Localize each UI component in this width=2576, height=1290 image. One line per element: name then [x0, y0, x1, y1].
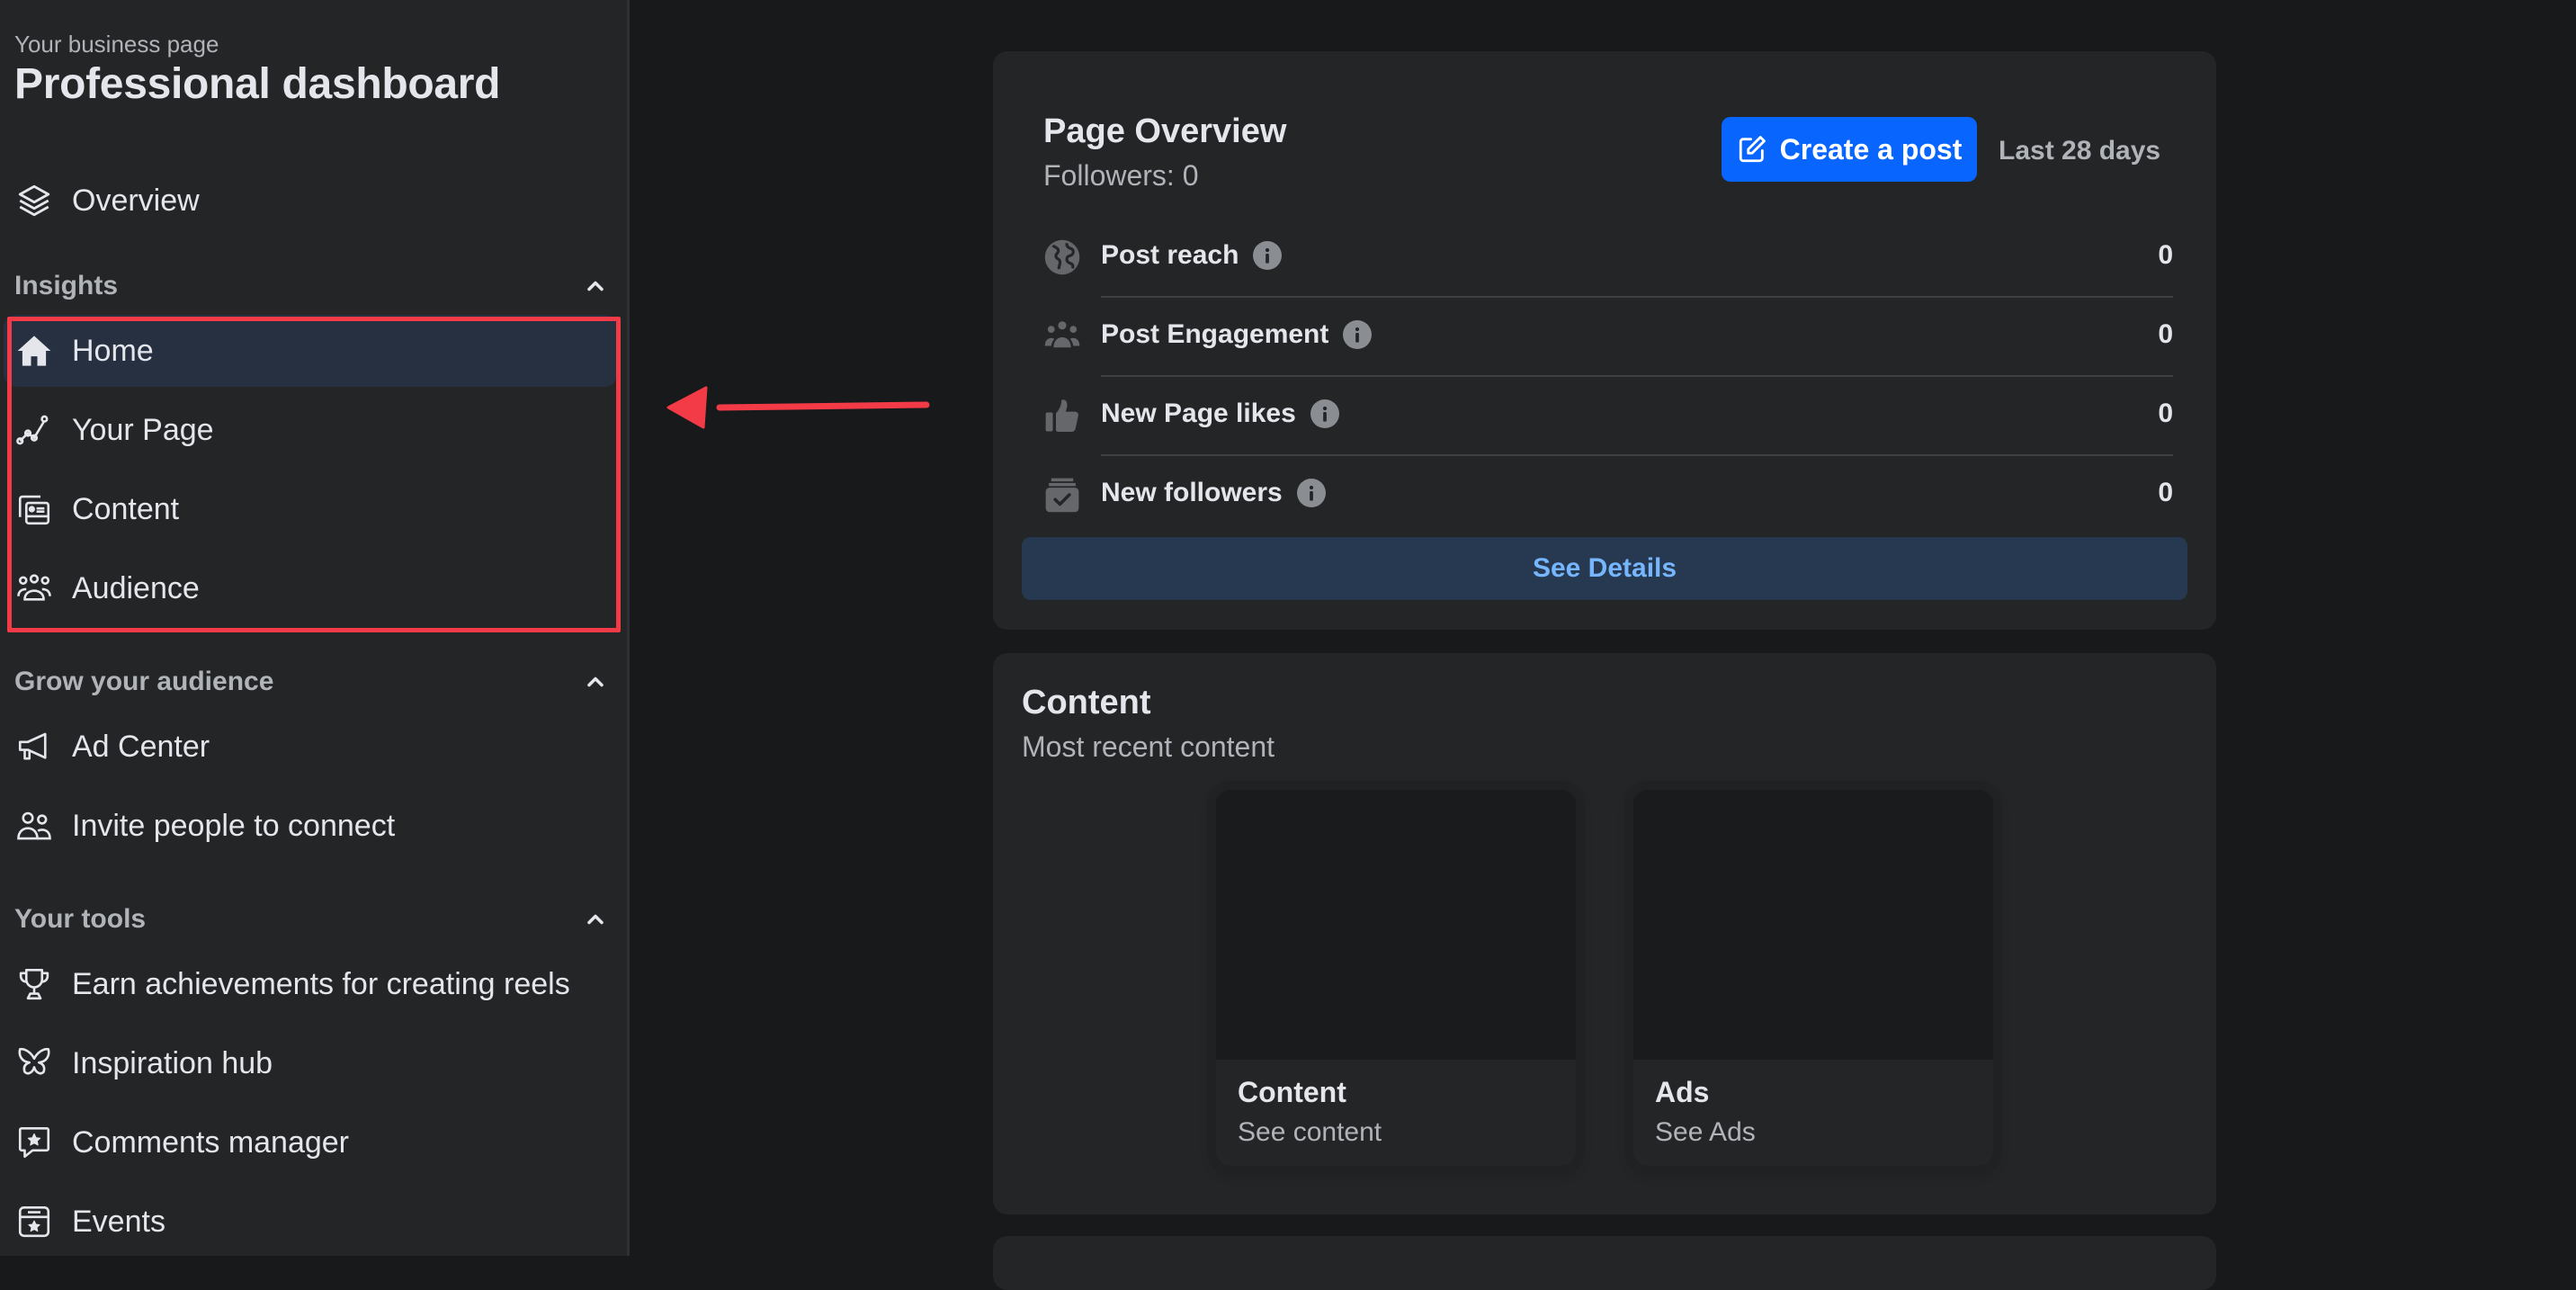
- chevron-up-icon: [587, 281, 604, 291]
- comment-star-icon: [14, 1123, 54, 1162]
- page-overview-card: Page Overview Followers: 0 Create a post…: [993, 51, 2216, 630]
- home-icon: [14, 331, 54, 371]
- metric-row-new-followers: New followers 0: [1043, 456, 2173, 535]
- sidebar-item-comments-manager[interactable]: Comments manager: [4, 1106, 617, 1178]
- engagement-people-icon: [1043, 318, 1081, 355]
- section-label: Grow your audience: [14, 667, 274, 696]
- followers-count: Followers: 0: [1043, 159, 1199, 192]
- follower-check-icon: [1043, 476, 1081, 514]
- sidebar-title: Professional dashboard: [14, 60, 501, 108]
- section-header-insights[interactable]: Insights: [14, 266, 608, 306]
- section-label: Insights: [14, 271, 119, 300]
- metric-label: Post reach: [1101, 240, 1239, 270]
- sidebar-item-label: Content: [72, 491, 180, 526]
- sidebar-item-label: Ad Center: [72, 729, 210, 764]
- metric-label: New Page likes: [1101, 399, 1296, 428]
- info-icon[interactable]: [1310, 399, 1339, 428]
- metric-label: New followers: [1101, 478, 1283, 507]
- trend-line-icon: [14, 410, 54, 450]
- tile-title: Ads: [1655, 1076, 1710, 1108]
- section-header-grow-your-audience[interactable]: Grow your audience: [14, 662, 608, 702]
- info-icon[interactable]: [1343, 320, 1373, 349]
- content-card-title: Content: [1022, 684, 1151, 721]
- sidebar-item-inspiration-hub[interactable]: Inspiration hub: [4, 1027, 617, 1099]
- people-icon: [14, 806, 54, 846]
- sidebar-item-label: Audience: [72, 570, 200, 605]
- butterfly-icon: [14, 1044, 54, 1083]
- chevron-up-icon: [587, 676, 604, 687]
- chevron-up-icon: [587, 914, 604, 925]
- metric-row-post-reach: Post reach 0: [1043, 219, 2173, 298]
- content-card: Content Most recent content Content See …: [993, 653, 2216, 1214]
- date-range-selector[interactable]: Last 28 days: [1999, 136, 2160, 166]
- trophy-icon: [14, 964, 54, 1004]
- tile-thumbnail: [1216, 790, 1576, 1060]
- sidebar-item-label: Earn achievements for creating reels: [72, 966, 570, 1001]
- sidebar-item-your-page[interactable]: Your Page: [4, 394, 617, 466]
- info-icon[interactable]: [1253, 241, 1283, 270]
- sidebar-item-invite-people[interactable]: Invite people to connect: [4, 790, 617, 862]
- info-icon[interactable]: [1296, 479, 1326, 507]
- section-label: Your tools: [14, 904, 147, 934]
- sidebar-item-audience[interactable]: Audience: [4, 552, 617, 624]
- calendar-star-icon: [14, 1202, 54, 1241]
- metric-row-new-page-likes: New Page likes 0: [1043, 377, 2173, 456]
- metric-value: 0: [2158, 478, 2173, 507]
- sidebar-item-label: Events: [72, 1204, 165, 1239]
- sidebar-item-earn-achievements[interactable]: Earn achievements for creating reels: [4, 948, 617, 1020]
- next-card: [993, 1236, 2216, 1290]
- sidebar-item-label: Overview: [72, 183, 200, 218]
- edit-icon: [1739, 136, 1766, 163]
- content-card-subtitle: Most recent content: [1022, 730, 1275, 763]
- tile-thumbnail: [1633, 790, 1993, 1060]
- sidebar-item-home[interactable]: Home: [4, 315, 617, 387]
- sidebar-item-overview[interactable]: Overview: [4, 165, 617, 237]
- see-details-button[interactable]: See Details: [1022, 537, 2187, 600]
- tile-subtitle: See content: [1238, 1117, 1382, 1147]
- sidebar-subtitle: Your business page: [14, 31, 219, 58]
- metric-value: 0: [2158, 319, 2173, 349]
- tile-title: Content: [1238, 1076, 1346, 1108]
- create-post-label: Create a post: [1779, 132, 1963, 166]
- see-details-label: See Details: [1532, 553, 1677, 583]
- sidebar: Your business page Professional dashboar…: [0, 0, 630, 1256]
- people-group-icon: [14, 569, 54, 608]
- tile-subtitle: See Ads: [1655, 1117, 1756, 1147]
- sidebar-item-label: Home: [72, 333, 154, 368]
- create-post-button[interactable]: Create a post: [1722, 117, 1977, 182]
- sidebar-item-ad-center[interactable]: Ad Center: [4, 711, 617, 783]
- thumbs-up-icon: [1043, 397, 1081, 434]
- metric-label: Post Engagement: [1101, 319, 1329, 349]
- content-cards-icon: [14, 489, 54, 529]
- layers-icon: [14, 181, 54, 220]
- sidebar-item-label: Comments manager: [72, 1124, 350, 1160]
- sidebar-item-label: Your Page: [72, 412, 214, 447]
- metric-value: 0: [2158, 240, 2173, 270]
- page-overview-title: Page Overview: [1043, 112, 1287, 150]
- sidebar-item-content[interactable]: Content: [4, 473, 617, 545]
- metric-row-post-engagement: Post Engagement 0: [1043, 298, 2173, 377]
- annotation-arrow: [666, 386, 930, 429]
- megaphone-icon: [14, 727, 54, 766]
- ads-tile[interactable]: Ads See Ads: [1633, 790, 1993, 1166]
- metric-value: 0: [2158, 399, 2173, 428]
- sidebar-item-label: Invite people to connect: [72, 808, 396, 843]
- sidebar-item-label: Inspiration hub: [72, 1045, 273, 1080]
- globe-icon: [1043, 238, 1081, 276]
- sidebar-item-events[interactable]: Events: [4, 1186, 617, 1258]
- section-header-your-tools[interactable]: Your tools: [14, 900, 608, 939]
- content-tile[interactable]: Content See content: [1216, 790, 1576, 1166]
